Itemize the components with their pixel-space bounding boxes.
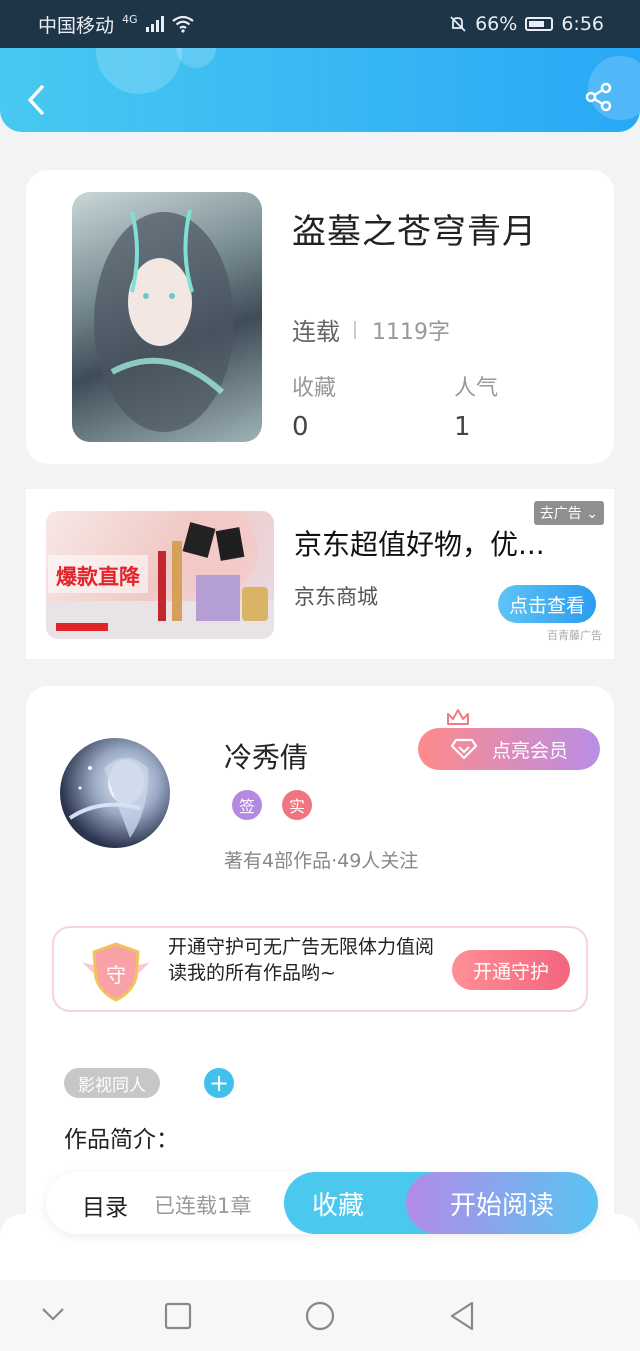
ad-image-caption: 爆款直降 [56, 565, 141, 589]
serial-status: 连载 [292, 318, 340, 346]
status-left: 中国移动 4G [38, 11, 194, 38]
status-right: 66% 6:56 [449, 13, 604, 35]
decor-bubble [176, 48, 216, 68]
signed-badge: 签 [232, 790, 262, 820]
book-status-row: 连载 1119字 [292, 312, 450, 347]
decor-bubble [96, 48, 182, 94]
ad-banner[interactable]: 爆款直降 去广告 ⌄ 京东超值好物，优... 京东商城 点击查看 百青藤广告 [26, 489, 614, 659]
network-label: 4G [122, 12, 138, 26]
remove-ad-button[interactable]: 去广告 ⌄ [533, 501, 604, 525]
chevron-left-icon [28, 85, 44, 115]
author-name: 冷秀倩 [224, 741, 309, 774]
share-button[interactable] [584, 82, 614, 114]
chevron-down-icon: ⌄ [586, 506, 598, 522]
popularity-value: 1 [454, 412, 471, 442]
favorites-label: 收藏 [292, 376, 337, 401]
shield-label: 守 [106, 963, 126, 987]
ad-view-button[interactable]: 点击查看 [498, 585, 596, 623]
carrier-label: 中国移动 [38, 14, 115, 37]
guard-promo-box: 守 开通守护可无广告无限体力值阅读我的所有作品哟~ 开通守护 [52, 926, 588, 1012]
book-info-card: 盗墓之苍穹青月 连载 1119字 收藏 0 人气 1 [26, 170, 614, 464]
ad-product-image: 爆款直降 [46, 511, 274, 639]
ad-title: 京东超值好物，优... [294, 528, 545, 561]
shield-icon: 守 [82, 942, 150, 1002]
back-button[interactable] [22, 82, 50, 118]
author-meta: 著有4部作品·49人关注 [224, 850, 419, 872]
system-nav-bar [0, 1280, 640, 1351]
bottom-action-bar: 目录 已连载1章 收藏 开始阅读 [46, 1172, 598, 1234]
ad-image[interactable]: 爆款直降 [46, 511, 274, 639]
battery-percent: 66% [475, 13, 518, 35]
verified-badge: 实 [282, 790, 312, 820]
cover-illustration [94, 209, 234, 432]
open-guard-button[interactable]: 开通守护 [452, 950, 570, 990]
status-bar: 中国移动 4G 66% 6:56 [0, 0, 640, 48]
activate-vip-button[interactable]: 点亮会员 [418, 728, 600, 770]
recent-apps-icon[interactable] [164, 1302, 192, 1330]
chapter-count: 已连载1章 [154, 1194, 252, 1218]
book-cover-image[interactable] [72, 192, 262, 442]
divider [354, 320, 356, 339]
diamond-icon [450, 738, 478, 760]
intro-heading: 作品简介： [64, 1127, 179, 1153]
genre-tag[interactable]: 影视同人 [64, 1068, 160, 1098]
author-avatar[interactable] [60, 738, 170, 848]
signal-icon [145, 16, 164, 32]
popularity-label: 人气 [454, 376, 499, 401]
avatar-illustration [68, 758, 149, 838]
chevron-down-icon[interactable] [40, 1304, 66, 1324]
add-tag-button[interactable]: + [204, 1068, 234, 1098]
remove-ad-label: 去广告 [539, 506, 582, 522]
favorites-value: 0 [292, 412, 309, 442]
word-count: 1119字 [372, 319, 450, 345]
crown-icon [447, 709, 469, 725]
battery-icon [525, 17, 554, 31]
home-icon[interactable] [304, 1300, 336, 1332]
back-nav-icon[interactable] [448, 1300, 476, 1332]
toc-button[interactable]: 目录 [82, 1188, 128, 1222]
guard-promo-text: 开通守护可无广告无限体力值阅读我的所有作品哟~ [168, 936, 435, 984]
wifi-icon [171, 15, 194, 33]
mute-icon [450, 16, 466, 32]
start-reading-button[interactable]: 开始阅读 [406, 1172, 598, 1234]
ad-provider-tag: 百青藤广告 [547, 629, 602, 642]
ad-source: 京东商城 [294, 585, 378, 609]
clock: 6:56 [561, 13, 604, 35]
share-icon [585, 82, 612, 112]
vip-label: 点亮会员 [491, 739, 568, 762]
book-title: 盗墓之苍穹青月 [292, 212, 537, 252]
plus-icon: + [208, 1069, 230, 1097]
header-bar [0, 48, 640, 132]
